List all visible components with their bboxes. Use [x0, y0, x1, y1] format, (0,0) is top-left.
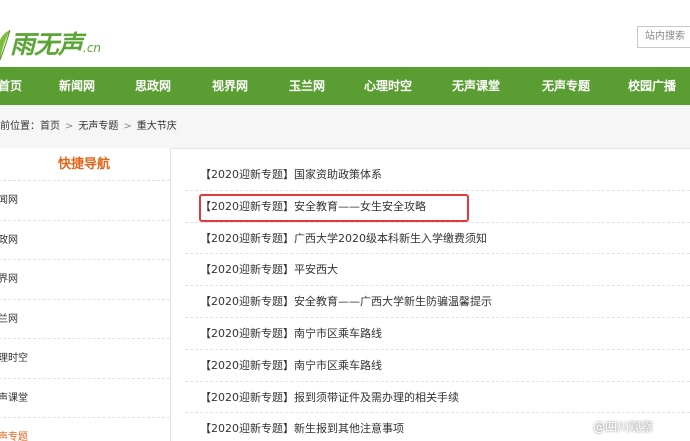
- sidebar: 快捷导航 闻网 政网 界网 兰网 理时空 声课堂 声专题: [0, 148, 171, 441]
- breadcrumb: 前位置：首页 > 无声专题 > 重大节庆: [0, 105, 690, 149]
- list-item[interactable]: 【2020迎新专题】报到须带证件及需办理的相关手续: [185, 382, 690, 414]
- list-item-tag: 【2020迎新专题】: [200, 358, 294, 372]
- list-item[interactable]: 【2020迎新专题】安全教育——广西大学新生防骗温馨提示: [185, 286, 690, 318]
- watermark-text: @四川观察: [593, 419, 654, 434]
- list-item-title[interactable]: 安全教育——女生安全攻略: [294, 200, 426, 213]
- article-list: 【2020迎新专题】国家资助政策体系 【2020迎新专题】安全教育——女生安全攻…: [185, 159, 690, 441]
- list-item[interactable]: 【2020迎新专题】安全教育——女生安全攻略: [185, 191, 690, 223]
- list-item[interactable]: 【2020迎新专题】广西大学2020级本科新生入学缴费须知: [185, 223, 690, 255]
- nav-item-home[interactable]: 首页: [0, 67, 30, 105]
- sidebar-item-vision[interactable]: 界网: [0, 260, 170, 300]
- sidebar-item-topics[interactable]: 声专题: [0, 418, 170, 441]
- list-item-tag: 【2020迎新专题】: [200, 199, 294, 213]
- list-item-title[interactable]: 南宁市区乘车路线: [294, 359, 382, 372]
- list-item-tag: 【2020迎新专题】: [200, 422, 294, 436]
- nav-item-broadcast[interactable]: 校园广播: [628, 67, 690, 105]
- list-item-title[interactable]: 平安西大: [294, 263, 338, 276]
- nav-item-classroom[interactable]: 无声课堂: [448, 67, 504, 105]
- sidebar-item-classroom[interactable]: 声课堂: [0, 379, 170, 418]
- nav-item-news[interactable]: 新闻网: [55, 67, 99, 105]
- breadcrumb-link-home[interactable]: 首页: [40, 121, 60, 132]
- breadcrumb-prefix: 前位置：: [0, 121, 40, 132]
- list-item-title[interactable]: 报到须带证件及需办理的相关手续: [294, 391, 459, 404]
- list-item[interactable]: 【2020迎新专题】国家资助政策体系: [185, 159, 690, 191]
- site-header: 雨无声 .cn 站内搜索: [0, 0, 690, 67]
- list-item-tag: 【2020迎新专题】: [200, 168, 294, 181]
- article-list-panel: 【2020迎新专题】国家资助政策体系 【2020迎新专题】安全教育——女生安全攻…: [185, 148, 690, 441]
- breadcrumb-link-topics[interactable]: 无声专题: [78, 121, 118, 132]
- list-item[interactable]: 【2020迎新专题】南宁市区乘车路线: [185, 350, 690, 382]
- list-item-tag: 【2020迎新专题】: [200, 326, 294, 340]
- sidebar-item-psychology[interactable]: 理时空: [0, 339, 170, 379]
- sidebar-item-politics[interactable]: 政网: [0, 221, 170, 260]
- list-item-title[interactable]: 广西大学2020级本科新生入学缴费须知: [294, 232, 487, 245]
- list-item[interactable]: 【2020迎新专题】平安西大: [185, 254, 690, 287]
- breadcrumb-separator: >: [123, 121, 132, 132]
- list-item-title[interactable]: 新生报到其他注意事项: [294, 422, 404, 435]
- sidebar-title: 快捷导航: [0, 148, 170, 181]
- main-nav: 首页 新闻网 思政网 视界网 玉兰网 心理时空 无声课堂 无声专题 校园广播: [0, 67, 690, 105]
- breadcrumb-link-festivals[interactable]: 重大节庆: [137, 121, 177, 132]
- list-item-title[interactable]: 南宁市区乘车路线: [294, 327, 382, 340]
- logo-suffix: .cn: [83, 41, 102, 55]
- list-item-title[interactable]: 安全教育——广西大学新生防骗温馨提示: [294, 295, 492, 308]
- list-item-title[interactable]: 国家资助政策体系: [294, 168, 382, 181]
- watermark: @四川观察: [567, 415, 653, 437]
- nav-item-psychology[interactable]: 心理时空: [360, 67, 416, 105]
- sidebar-item-news[interactable]: 闻网: [0, 181, 170, 221]
- nav-item-topics[interactable]: 无声专题: [538, 67, 594, 105]
- weibo-icon: [567, 419, 589, 434]
- nav-item-politics[interactable]: 思政网: [131, 67, 175, 105]
- list-item-tag: 【2020迎新专题】: [200, 390, 294, 404]
- nav-item-vision[interactable]: 视界网: [208, 67, 252, 105]
- site-logo[interactable]: 雨无声 .cn: [0, 22, 101, 62]
- logo-text: 雨无声: [10, 30, 83, 59]
- search-input[interactable]: 站内搜索: [637, 26, 690, 48]
- nav-item-yulan[interactable]: 玉兰网: [285, 67, 329, 105]
- list-item-tag: 【2020迎新专题】: [200, 295, 294, 309]
- list-item-tag: 【2020迎新专题】: [200, 231, 294, 245]
- breadcrumb-separator: >: [65, 121, 74, 132]
- list-item[interactable]: 【2020迎新专题】南宁市区乘车路线: [185, 318, 690, 350]
- sidebar-item-yulan[interactable]: 兰网: [0, 300, 170, 339]
- list-item-tag: 【2020迎新专题】: [200, 263, 294, 277]
